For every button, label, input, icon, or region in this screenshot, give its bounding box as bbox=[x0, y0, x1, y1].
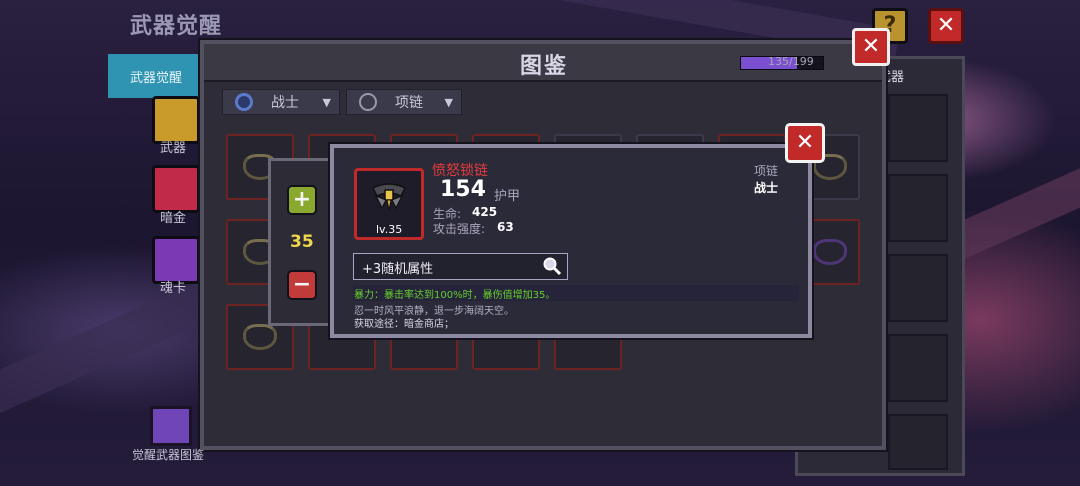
sidebar-tab-weapon-awaken[interactable]: 武器觉醒 bbox=[108, 54, 204, 98]
stat-value-attack: 63 bbox=[497, 220, 514, 234]
awakened-weapon-codex-label: 觉醒武器图鉴 bbox=[132, 448, 205, 462]
sidebar-item-label: 武器 bbox=[160, 141, 187, 156]
necklace-icon bbox=[359, 93, 377, 111]
sidebar-item-label: 暗金 bbox=[160, 211, 187, 226]
page-title: 武器觉醒 bbox=[130, 14, 223, 39]
chevron-down-icon: ▼ bbox=[322, 95, 331, 109]
necklace-icon bbox=[243, 324, 277, 350]
codex-title: 图鉴 bbox=[520, 54, 569, 79]
search-icon[interactable] bbox=[542, 256, 562, 276]
weapon-slot[interactable] bbox=[888, 254, 948, 322]
random-attribute-text: +3随机属性 bbox=[362, 262, 434, 277]
class-filter-value: 战士 bbox=[271, 95, 299, 111]
close-icon: ✕ bbox=[936, 13, 956, 38]
stat-value-hp: 425 bbox=[472, 205, 498, 219]
weapon-slot[interactable] bbox=[888, 334, 948, 402]
item-level: lv.35 bbox=[376, 223, 403, 236]
minus-icon: − bbox=[292, 272, 312, 297]
close-page-button[interactable]: ✕ bbox=[928, 8, 964, 44]
close-icon: ✕ bbox=[861, 34, 881, 59]
increase-level-button[interactable]: + bbox=[287, 185, 317, 215]
shield-icon bbox=[235, 93, 253, 111]
item-type: 项链 bbox=[754, 164, 779, 178]
necklace-icon bbox=[371, 183, 407, 211]
close-icon: ✕ bbox=[795, 130, 815, 155]
weapon-slot[interactable] bbox=[888, 174, 948, 242]
class-filter-dropdown[interactable]: 战士 ▼ bbox=[222, 89, 340, 115]
armor-label: 护甲 bbox=[494, 189, 521, 204]
decrease-level-button[interactable]: − bbox=[287, 270, 317, 300]
sidebar-item-dark-gold[interactable] bbox=[152, 165, 200, 213]
weapon-slot[interactable] bbox=[888, 94, 948, 162]
type-filter-value: 项链 bbox=[395, 95, 423, 111]
armor-value: 154 bbox=[440, 177, 486, 202]
plus-icon: + bbox=[292, 187, 312, 212]
close-codex-button[interactable]: ✕ bbox=[852, 28, 890, 66]
close-detail-button[interactable]: ✕ bbox=[785, 123, 825, 163]
item-source: 获取途径：暗金商店； bbox=[354, 319, 454, 330]
weapon-slot[interactable] bbox=[888, 414, 948, 470]
chevron-down-icon: ▼ bbox=[444, 95, 453, 109]
sidebar-item-label: 魂卡 bbox=[160, 281, 187, 296]
stat-label-attack: 攻击强度: bbox=[433, 222, 486, 236]
item-effect: 暴力：暴击率达到100%时，暴伤值增加35。 bbox=[354, 290, 556, 301]
awakened-weapon-codex-icon[interactable] bbox=[150, 406, 192, 446]
item-class: 战士 bbox=[754, 181, 779, 195]
level-quantity: 35 bbox=[290, 232, 314, 252]
collection-progress-text: 135/199 bbox=[768, 55, 814, 68]
type-filter-dropdown[interactable]: 项链 ▼ bbox=[346, 89, 462, 115]
necklace-icon bbox=[813, 239, 847, 265]
